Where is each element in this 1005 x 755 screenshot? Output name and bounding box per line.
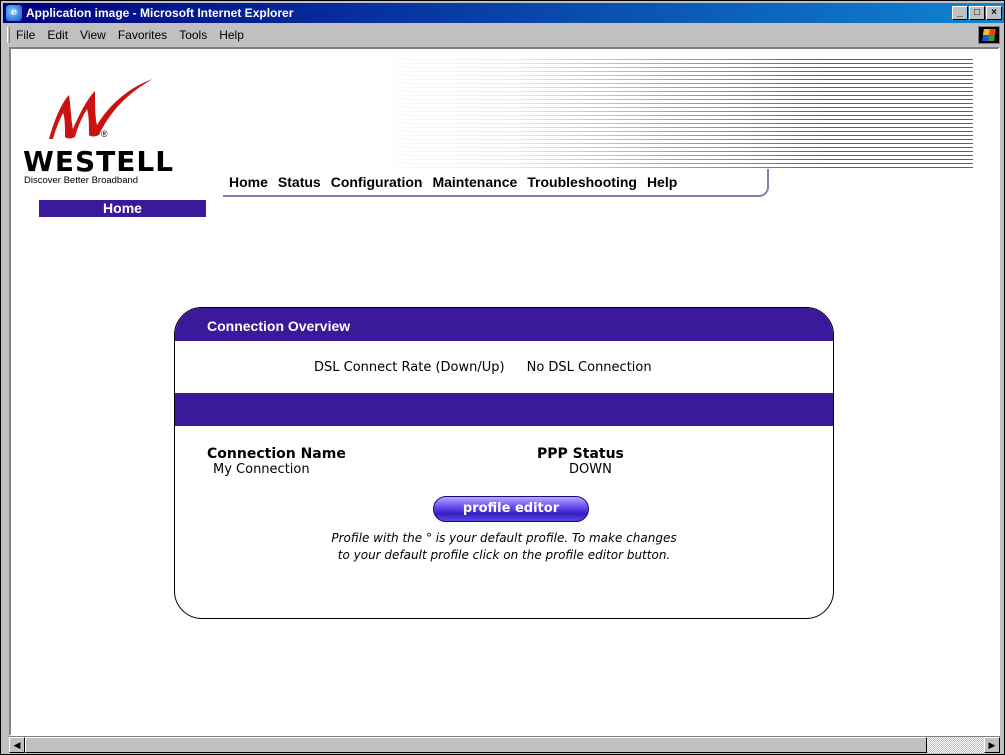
toolbar-grip[interactable] — [7, 27, 10, 43]
ie-icon: e — [6, 5, 22, 21]
profile-editor-button[interactable]: profile editor — [433, 496, 589, 522]
connection-name-header: Connection Name — [207, 446, 346, 462]
note-line-2: to your default profile click on the pro… — [337, 548, 671, 562]
nav-home[interactable]: Home — [229, 174, 268, 190]
connection-overview-panel: Connection Overview DSL Connect Rate (Do… — [174, 307, 834, 619]
menu-help[interactable]: Help — [219, 28, 244, 42]
nav-troubleshooting[interactable]: Troubleshooting — [527, 174, 637, 190]
window-title: Application image - Microsoft Internet E… — [26, 6, 294, 20]
panel-title: Connection Overview — [175, 308, 833, 341]
header-stripes — [373, 59, 973, 169]
maximize-button[interactable]: □ — [969, 6, 985, 20]
connection-name-value: My Connection — [213, 462, 310, 477]
dsl-rate-label: DSL Connect Rate (Down/Up) — [314, 359, 505, 375]
browser-window: e Application image - Microsoft Internet… — [0, 0, 1005, 755]
minimize-button[interactable]: _ — [952, 6, 968, 20]
windows-logo-icon — [978, 26, 1000, 44]
dsl-rate-row: DSL Connect Rate (Down/Up) No DSL Connec… — [175, 341, 833, 393]
menu-file[interactable]: File — [16, 28, 35, 42]
westell-logo: ® WESTELL Discover Better Broadband — [23, 77, 193, 187]
ppp-status-value: DOWN — [569, 462, 612, 477]
active-section-tab: Home — [39, 200, 206, 217]
westell-swoosh-icon — [49, 79, 153, 139]
horizontal-scrollbar[interactable]: ◀ ▶ — [9, 736, 1000, 753]
brand-name: WESTELL — [23, 145, 175, 178]
scroll-thumb[interactable] — [25, 737, 927, 753]
title-bar: e Application image - Microsoft Internet… — [3, 3, 1004, 23]
window-controls: _ □ × — [951, 6, 1002, 20]
registered-mark: ® — [101, 129, 108, 139]
nav-maintenance[interactable]: Maintenance — [432, 174, 517, 190]
ppp-status-header: PPP Status — [537, 446, 624, 462]
connection-table: Connection Name My Connection PPP Status… — [175, 426, 833, 496]
panel-divider-band — [175, 393, 833, 426]
page-content: ® WESTELL Discover Better Broadband Home… — [9, 47, 1000, 736]
default-profile-note: Profile with the ° is your default profi… — [175, 530, 833, 564]
scroll-right-arrow-icon[interactable]: ▶ — [984, 737, 1000, 753]
brand-tagline: Discover Better Broadband — [24, 175, 139, 186]
nav-configuration[interactable]: Configuration — [331, 174, 423, 190]
dsl-rate-value: No DSL Connection — [526, 359, 652, 375]
menu-edit[interactable]: Edit — [47, 28, 68, 42]
note-line-1: Profile with the ° is your default profi… — [331, 531, 677, 545]
menu-favorites[interactable]: Favorites — [118, 28, 167, 42]
main-nav: Home Status Configuration Maintenance Tr… — [223, 169, 769, 197]
menu-view[interactable]: View — [80, 28, 106, 42]
scroll-left-arrow-icon[interactable]: ◀ — [9, 737, 25, 753]
menu-tools[interactable]: Tools — [179, 28, 207, 42]
menu-bar: File Edit View Favorites Tools Help — [3, 25, 1004, 45]
nav-help[interactable]: Help — [647, 174, 677, 190]
close-button[interactable]: × — [986, 6, 1002, 20]
nav-status[interactable]: Status — [278, 174, 321, 190]
